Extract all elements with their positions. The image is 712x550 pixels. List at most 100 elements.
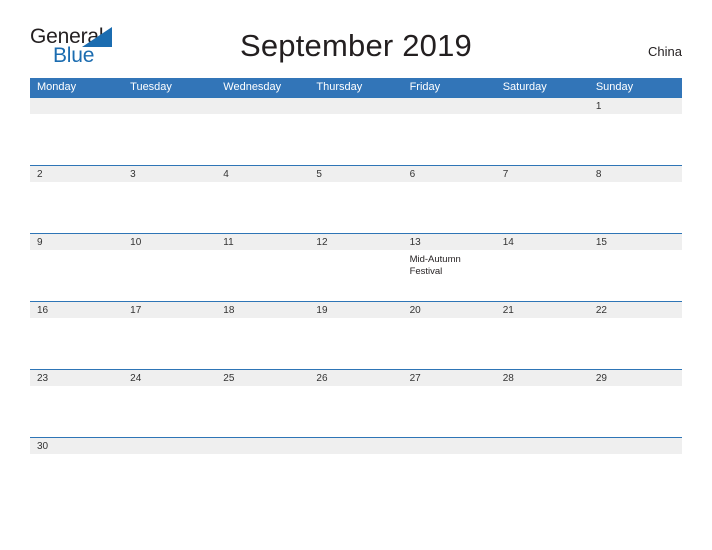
- day-number: [316, 440, 402, 453]
- day-number: 1: [595, 101, 602, 112]
- day-number: 27: [409, 373, 421, 384]
- day-cell[interactable]: 27: [403, 370, 496, 437]
- day-cell[interactable]: [123, 98, 216, 165]
- day-number: 6: [409, 169, 416, 180]
- week-row: 2 3 4 5 6 7 8: [30, 165, 682, 233]
- weekday-header-monday: Monday: [37, 81, 77, 93]
- week-row: 16 17 18 19 20 21 22: [30, 301, 682, 369]
- day-number: 10: [130, 237, 142, 248]
- calendar-grid: Monday Tuesday Wednesday Thursday Friday…: [30, 78, 682, 466]
- day-cell[interactable]: 20: [403, 302, 496, 369]
- day-number: 20: [409, 305, 421, 316]
- day-cell[interactable]: 7: [496, 166, 589, 233]
- day-cell[interactable]: [496, 438, 589, 466]
- weekday-header-thursday: Thursday: [316, 81, 363, 93]
- day-number: [503, 440, 589, 453]
- day-cell[interactable]: 4: [216, 166, 309, 233]
- day-cell[interactable]: 5: [309, 166, 402, 233]
- day-cell[interactable]: [216, 98, 309, 165]
- day-cell[interactable]: 23: [30, 370, 123, 437]
- day-cell[interactable]: [309, 438, 402, 466]
- day-number: 9: [37, 237, 43, 248]
- day-cell[interactable]: 6: [403, 166, 496, 233]
- day-cell[interactable]: 9: [30, 234, 123, 301]
- day-cell[interactable]: [123, 438, 216, 466]
- day-cell[interactable]: 18: [216, 302, 309, 369]
- week-row: 9 10 11 12 13 Mid-Autumn Festival 14 15: [30, 233, 682, 301]
- week-row: 23 24 25 26 27 28 29: [30, 369, 682, 437]
- day-cell[interactable]: [403, 98, 496, 165]
- day-cell[interactable]: 8: [589, 166, 682, 233]
- day-cell[interactable]: 1: [589, 98, 682, 165]
- day-cell[interactable]: [496, 98, 589, 165]
- day-number: 8: [595, 169, 602, 180]
- day-number: 30: [37, 441, 49, 452]
- day-cell[interactable]: 24: [123, 370, 216, 437]
- day-number: 2: [37, 169, 43, 180]
- weekday-header-row: Monday Tuesday Wednesday Thursday Friday…: [30, 78, 682, 97]
- day-cell[interactable]: 19: [309, 302, 402, 369]
- day-number: 4: [223, 169, 229, 180]
- day-cell[interactable]: 12: [309, 234, 402, 301]
- event-label[interactable]: Mid-Autumn Festival: [410, 249, 496, 278]
- day-cell[interactable]: 22: [589, 302, 682, 369]
- day-cell[interactable]: 2: [30, 166, 123, 233]
- weekday-header-friday: Friday: [409, 81, 441, 93]
- day-number: 19: [316, 305, 328, 316]
- day-cell[interactable]: [30, 98, 123, 165]
- day-number: 22: [595, 305, 607, 316]
- day-cell[interactable]: 25: [216, 370, 309, 437]
- day-cell[interactable]: 13 Mid-Autumn Festival: [403, 234, 496, 301]
- day-cell[interactable]: [216, 438, 309, 466]
- day-cell[interactable]: 14: [496, 234, 589, 301]
- day-number: 18: [223, 305, 235, 316]
- day-cell[interactable]: 15: [589, 234, 682, 301]
- day-number: 28: [502, 373, 514, 384]
- day-number: [130, 100, 216, 113]
- day-number: [223, 100, 309, 113]
- week-row: 1: [30, 97, 682, 165]
- day-number: [37, 100, 123, 113]
- day-number: [130, 440, 216, 453]
- day-cell[interactable]: 29: [589, 370, 682, 437]
- day-number: 3: [130, 169, 136, 180]
- day-cell[interactable]: 28: [496, 370, 589, 437]
- day-cell[interactable]: 17: [123, 302, 216, 369]
- day-number: 15: [595, 237, 607, 248]
- day-number: 12: [316, 237, 328, 248]
- day-number: 17: [130, 305, 142, 316]
- day-cell[interactable]: 26: [309, 370, 402, 437]
- weekday-header-tuesday: Tuesday: [130, 81, 172, 93]
- page-title: September 2019: [239, 28, 472, 63]
- day-number: 13: [409, 237, 421, 248]
- day-number: [316, 100, 402, 113]
- day-cell[interactable]: 21: [496, 302, 589, 369]
- day-number: 14: [502, 237, 514, 248]
- day-cell[interactable]: [309, 98, 402, 165]
- day-cell[interactable]: [403, 438, 496, 466]
- day-cell[interactable]: 30: [30, 438, 123, 466]
- weekday-header-wednesday: Wednesday: [223, 81, 282, 93]
- day-number: [410, 440, 496, 453]
- day-number: 23: [37, 373, 49, 384]
- day-number: 16: [37, 305, 49, 316]
- day-number: 21: [502, 305, 514, 316]
- weekday-header-sunday: Sunday: [595, 81, 634, 93]
- week-row: 30: [30, 437, 682, 466]
- day-number: 26: [316, 373, 328, 384]
- day-cell[interactable]: 11: [216, 234, 309, 301]
- calendar-page: General Blue September 2019 China Monday…: [0, 0, 712, 550]
- day-cell[interactable]: 3: [123, 166, 216, 233]
- day-number: [596, 440, 682, 453]
- day-number: [503, 100, 589, 113]
- page-header: General Blue September 2019 China: [0, 0, 712, 78]
- weekday-header-saturday: Saturday: [502, 81, 547, 93]
- day-cell[interactable]: [589, 438, 682, 466]
- day-cell[interactable]: 16: [30, 302, 123, 369]
- day-cell[interactable]: 10: [123, 234, 216, 301]
- day-number: [410, 100, 496, 113]
- day-number: 11: [223, 237, 234, 248]
- day-number: 24: [130, 373, 142, 384]
- day-number: 5: [316, 169, 322, 180]
- day-number: 25: [223, 373, 235, 384]
